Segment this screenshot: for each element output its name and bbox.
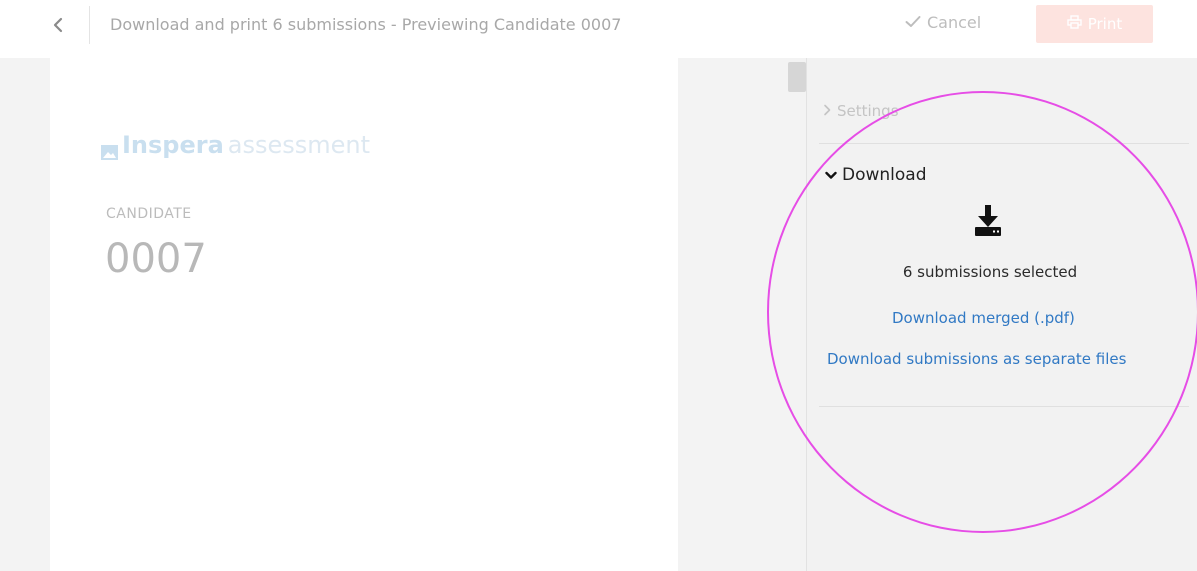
printer-icon [1067, 15, 1082, 33]
top-bar: Download and print 6 submissions - Previ… [0, 0, 1197, 58]
settings-section-toggle[interactable]: Settings [823, 102, 899, 120]
inspera-logo: Inspera assessment [101, 131, 371, 160]
logo-suffix: assessment [227, 131, 371, 159]
logo-brand: Inspera [122, 131, 224, 159]
image-icon [101, 138, 118, 160]
candidate-label: CANDIDATE [106, 206, 192, 222]
submission-preview[interactable]: Inspera assessment CANDIDATE 0007 [50, 58, 678, 571]
download-merged-link[interactable]: Download merged (.pdf) [892, 309, 1075, 327]
print-button[interactable]: Print [1036, 5, 1153, 43]
selection-count: 6 submissions selected [902, 263, 1078, 281]
download-label: Download [842, 165, 927, 185]
panel-divider [819, 406, 1189, 407]
chevron-left-icon [53, 17, 63, 37]
scrollbar-thumb[interactable] [788, 62, 806, 92]
page-title: Download and print 6 submissions - Previ… [110, 15, 622, 34]
main-area: Inspera assessment CANDIDATE 0007 Settin… [0, 58, 1197, 571]
chevron-right-icon [823, 102, 831, 120]
panel-divider [819, 143, 1189, 144]
cancel-button[interactable]: Cancel [905, 13, 981, 32]
chevron-down-icon [825, 165, 837, 185]
download-separate-link[interactable]: Download submissions as separate files [827, 350, 1126, 368]
candidate-number: 0007 [105, 236, 207, 282]
print-preview-page: Download and print 6 submissions - Previ… [0, 0, 1197, 571]
download-icon [973, 204, 1003, 237]
options-panel: Settings Download 6 submissions selected… [806, 58, 1197, 571]
top-bar-divider [89, 6, 90, 44]
print-label: Print [1087, 15, 1123, 33]
download-section-toggle[interactable]: Download [825, 165, 927, 185]
checkmark-icon [905, 13, 921, 32]
settings-label: Settings [837, 102, 899, 120]
cancel-label: Cancel [927, 13, 982, 32]
back-button[interactable] [46, 12, 70, 42]
